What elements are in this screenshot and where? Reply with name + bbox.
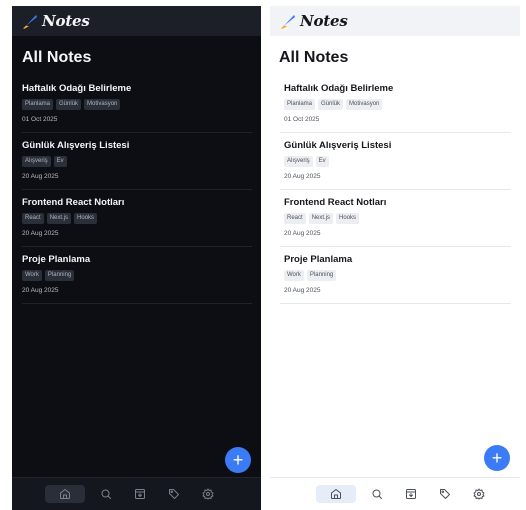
tag-icon	[440, 489, 450, 499]
tag-chip: Motivasyon	[84, 99, 121, 110]
tag-chip: Alışveriş	[22, 156, 51, 167]
note-title: Frontend React Notları	[284, 197, 387, 208]
note-date: 20 Aug 2025	[284, 230, 321, 237]
note-tags: Planlama Günlük Motivasyon	[22, 99, 252, 110]
tag-chip: React	[284, 213, 306, 224]
note-title: Haftalık Odağı Belirleme	[284, 83, 394, 94]
tag-chip: Work	[284, 270, 304, 281]
note-tags: Work Planning	[22, 270, 252, 281]
nav-search[interactable]	[89, 485, 123, 503]
archive-icon	[406, 489, 416, 499]
note-item[interactable]: Günlük Alışveriş Listesi Alışveriş Ev 20…	[280, 133, 511, 190]
note-title: Günlük Alışveriş Listesi	[22, 140, 130, 151]
page-title: All Notes	[279, 49, 349, 66]
note-date: 20 Aug 2025	[284, 173, 321, 180]
bottom-nav	[270, 477, 520, 510]
tag-chip: Next.js	[46, 213, 72, 224]
page-title: All Notes	[22, 49, 92, 66]
note-date: 20 Aug 2025	[22, 173, 59, 180]
tag-chip: Planning	[306, 270, 337, 281]
gear-icon	[473, 488, 485, 500]
note-tags: Planlama Günlük Motivasyon	[284, 99, 511, 110]
tag-chip: Next.js	[308, 213, 334, 224]
tag-chip: Motivasyon	[346, 99, 383, 110]
brand-name: Notes	[42, 12, 90, 30]
note-title: Frontend React Notları	[22, 197, 125, 208]
nav-tags[interactable]	[157, 485, 191, 503]
note-item[interactable]: Haftalık Odağı Belirleme Planlama Günlük…	[280, 76, 511, 133]
feather-pen-icon	[22, 13, 38, 29]
note-date: 01 Oct 2025	[284, 116, 320, 123]
note-title: Proje Planlama	[22, 254, 91, 265]
app-bar: Notes	[12, 6, 261, 36]
tag-chip: Ev	[315, 156, 329, 167]
note-tags: Work Planning	[284, 270, 511, 281]
note-title: Proje Planlama	[284, 254, 353, 265]
note-tags: Alışveriş Ev	[22, 156, 252, 167]
search-icon	[101, 489, 111, 499]
note-date: 20 Aug 2025	[22, 230, 59, 237]
tag-chip: Hooks	[74, 213, 98, 224]
note-item[interactable]: Proje Planlama Work Planning 20 Aug 2025	[280, 247, 511, 304]
tag-icon	[169, 489, 179, 499]
gear-icon	[202, 488, 214, 500]
bottom-nav	[12, 477, 261, 510]
note-tags: Alışveriş Ev	[284, 156, 511, 167]
tag-chip: Alışveriş	[284, 156, 313, 167]
tag-chip: Günlük	[56, 99, 82, 110]
note-tags: React Next.js Hooks	[284, 213, 511, 224]
note-tags: React Next.js Hooks	[22, 213, 252, 224]
archive-icon	[135, 489, 145, 499]
home-icon	[60, 489, 70, 499]
note-item[interactable]: Günlük Alışveriş Listesi Alışveriş Ev 20…	[22, 133, 252, 190]
note-date: 20 Aug 2025	[284, 287, 321, 294]
note-date: 01 Oct 2025	[22, 116, 58, 123]
note-title: Haftalık Odağı Belirleme	[22, 83, 132, 94]
tag-chip: React	[22, 213, 44, 224]
note-item[interactable]: Haftalık Odağı Belirleme Planlama Günlük…	[22, 76, 252, 133]
light-theme-screen: Notes All Notes Haftalık Odağı Belirleme…	[270, 6, 520, 510]
nav-settings[interactable]	[191, 485, 225, 503]
note-list: Haftalık Odağı Belirleme Planlama Günlük…	[270, 76, 520, 304]
dark-theme-screen: Notes All Notes Haftalık Odağı Belirleme…	[12, 6, 261, 510]
tag-chip: Ev	[53, 156, 67, 167]
note-list: Haftalık Odağı Belirleme Planlama Günlük…	[12, 76, 261, 304]
nav-archive[interactable]	[394, 485, 428, 503]
tag-chip: Work	[22, 270, 42, 281]
note-item[interactable]: Proje Planlama Work Planning 20 Aug 2025	[22, 247, 252, 304]
note-item[interactable]: Frontend React Notları React Next.js Hoo…	[22, 190, 252, 247]
feather-pen-icon	[280, 13, 296, 29]
nav-home[interactable]	[316, 485, 356, 503]
search-icon	[372, 489, 382, 499]
home-icon	[331, 489, 341, 499]
tag-chip: Hooks	[336, 213, 360, 224]
note-item[interactable]: Frontend React Notları React Next.js Hoo…	[280, 190, 511, 247]
tag-chip: Planning	[44, 270, 75, 281]
brand[interactable]: Notes	[280, 12, 348, 30]
nav-search[interactable]	[360, 485, 394, 503]
tag-chip: Planlama	[284, 99, 316, 110]
add-note-button[interactable]: +	[484, 445, 510, 471]
app-bar: Notes	[270, 6, 520, 36]
tag-chip: Günlük	[318, 99, 344, 110]
note-date: 20 Aug 2025	[22, 287, 59, 294]
nav-tags[interactable]	[428, 485, 462, 503]
tag-chip: Planlama	[22, 99, 54, 110]
nav-archive[interactable]	[123, 485, 157, 503]
nav-settings[interactable]	[462, 485, 496, 503]
brand-name: Notes	[300, 12, 348, 30]
nav-home[interactable]	[45, 485, 85, 503]
add-note-button[interactable]: +	[225, 447, 251, 473]
note-title: Günlük Alışveriş Listesi	[284, 140, 392, 151]
brand[interactable]: Notes	[22, 12, 90, 30]
